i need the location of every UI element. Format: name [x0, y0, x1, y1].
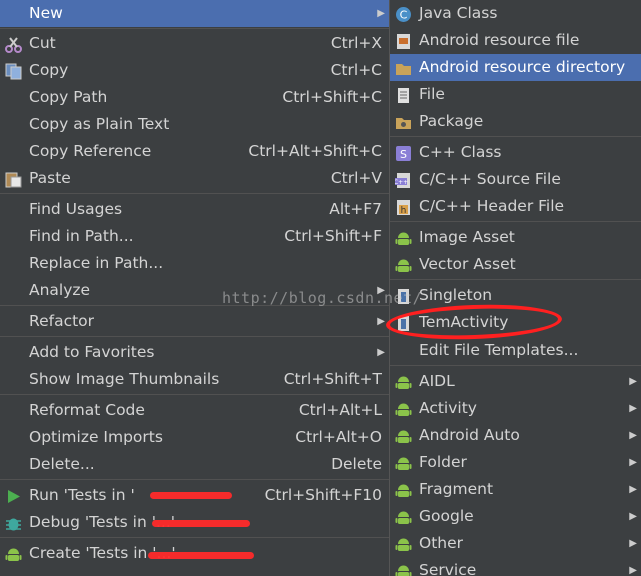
menu-item-copy-path[interactable]: Copy Path Ctrl+Shift+C [0, 84, 389, 111]
submenu-item-java-class[interactable]: C Java Class [390, 0, 641, 27]
menu-item-copy[interactable]: Copy Ctrl+C [0, 57, 389, 84]
cpp-source-icon: C++ [394, 171, 412, 188]
separator [0, 479, 389, 480]
separator [0, 537, 389, 538]
separator [0, 394, 389, 395]
submenu-item-image-asset[interactable]: Image Asset [390, 224, 641, 251]
submenu-item-folder[interactable]: Folder ▶ [390, 449, 641, 476]
submenu-item-android-auto[interactable]: Android Auto ▶ [390, 422, 641, 449]
separator [390, 279, 641, 280]
folder-icon [395, 59, 412, 76]
submenu-arrow-icon: ▶ [629, 538, 637, 549]
submenu-item-activity[interactable]: Activity ▶ [390, 395, 641, 422]
debug-icon [5, 514, 22, 531]
menu-item-delete[interactable]: Delete... Delete [0, 451, 389, 478]
menu-item-copy-plain-text[interactable]: Copy as Plain Text [0, 111, 389, 138]
scissors-icon [5, 35, 22, 53]
submenu-item-edit-file-templates[interactable]: Edit File Templates... [390, 337, 641, 364]
menu-item-find-usages[interactable]: Find Usages Alt+F7 [0, 196, 389, 223]
java-class-icon: C [395, 5, 412, 22]
menu-item-find-in-path[interactable]: Find in Path... Ctrl+Shift+F [0, 223, 389, 250]
submenu-item-package[interactable]: Package [390, 108, 641, 135]
copy-icon [5, 62, 22, 80]
submenu-item-fragment[interactable]: Fragment ▶ [390, 476, 641, 503]
submenu-item-other[interactable]: Other ▶ [390, 530, 641, 557]
submenu-arrow-icon: ▶ [629, 430, 637, 441]
android-icon [395, 562, 412, 576]
separator [390, 365, 641, 366]
new-submenu: C Java Class Android resource file Andro… [390, 0, 641, 576]
submenu-item-vector-asset[interactable]: Vector Asset [390, 251, 641, 278]
separator [390, 221, 641, 222]
menu-item-copy-reference[interactable]: Copy Reference Ctrl+Alt+Shift+C [0, 138, 389, 165]
submenu-item-cpp-class[interactable]: S C++ Class [390, 139, 641, 166]
submenu-item-cpp-header-file[interactable]: h C/C++ Header File [390, 193, 641, 220]
android-icon [395, 427, 412, 444]
submenu-arrow-icon: ▶ [629, 376, 637, 387]
menu-item-add-to-favorites[interactable]: Add to Favorites ▶ [0, 339, 389, 366]
resource-file-icon [395, 32, 412, 49]
submenu-item-android-resource-directory[interactable]: Android resource directory [390, 54, 641, 81]
svg-text:C++: C++ [395, 179, 408, 186]
submenu-arrow-icon: ▶ [629, 403, 637, 414]
android-icon [395, 373, 412, 390]
android-icon [395, 400, 412, 417]
menu-item-refactor[interactable]: Refactor ▶ [0, 308, 389, 335]
submenu-item-file[interactable]: File [390, 81, 641, 108]
redaction-scribble [148, 552, 254, 559]
submenu-arrow-icon: ▶ [629, 565, 637, 576]
android-icon [5, 545, 22, 562]
separator [0, 193, 389, 194]
submenu-item-google[interactable]: Google ▶ [390, 503, 641, 530]
submenu-item-cpp-source-file[interactable]: C++ C/C++ Source File [390, 166, 641, 193]
separator [0, 28, 389, 29]
submenu-arrow-icon: ▶ [629, 457, 637, 468]
paste-icon [5, 170, 22, 188]
watermark: http://blog.csdn.net/ [222, 289, 423, 307]
separator [390, 136, 641, 137]
submenu-arrow-icon: ▶ [377, 8, 385, 19]
android-icon [395, 454, 412, 471]
android-icon [395, 508, 412, 525]
cpp-header-icon: h [395, 198, 412, 216]
redaction-scribble [150, 492, 232, 499]
svg-text:C: C [400, 9, 408, 22]
submenu-arrow-icon: ▶ [629, 511, 637, 522]
menu-item-paste[interactable]: Paste Ctrl+V [0, 165, 389, 192]
submenu-item-android-resource-file[interactable]: Android resource file [390, 27, 641, 54]
android-icon [395, 256, 412, 273]
submenu-arrow-icon: ▶ [377, 347, 385, 358]
context-menu: New ▶ Cut Ctrl+X Copy Ctrl+C Copy Path C… [0, 0, 390, 576]
submenu-arrow-icon: ▶ [377, 316, 385, 327]
android-icon [395, 481, 412, 498]
menu-item-replace-in-path[interactable]: Replace in Path... [0, 250, 389, 277]
submenu-item-service[interactable]: Service ▶ [390, 557, 641, 576]
android-icon [395, 229, 412, 246]
menu-item-cut[interactable]: Cut Ctrl+X [0, 30, 389, 57]
file-icon [395, 86, 412, 103]
svg-text:S: S [400, 148, 407, 161]
android-icon [395, 535, 412, 552]
cpp-class-icon: S [395, 144, 412, 161]
separator [0, 336, 389, 337]
submenu-item-aidl[interactable]: AIDL ▶ [390, 368, 641, 395]
menu-item-optimize-imports[interactable]: Optimize Imports Ctrl+Alt+O [0, 424, 389, 451]
redaction-scribble [152, 520, 250, 527]
package-icon [395, 113, 412, 130]
svg-text:h: h [401, 206, 407, 216]
submenu-arrow-icon: ▶ [629, 484, 637, 495]
run-icon [5, 487, 22, 504]
menu-item-new[interactable]: New ▶ [0, 0, 389, 27]
menu-item-reformat-code[interactable]: Reformat Code Ctrl+Alt+L [0, 397, 389, 424]
menu-item-show-image-thumbnails[interactable]: Show Image Thumbnails Ctrl+Shift+T [0, 366, 389, 393]
